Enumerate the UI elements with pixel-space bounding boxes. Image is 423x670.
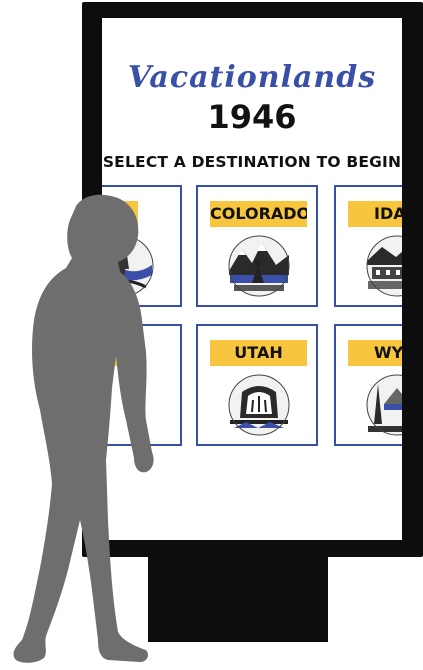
- destination-card-utah[interactable]: UTAH: [196, 324, 318, 446]
- wyoming-illustration-icon: [366, 374, 402, 436]
- idaho-illustration-icon: [366, 235, 402, 297]
- destination-card-idaho[interactable]: IDAI: [334, 185, 402, 307]
- destination-label: UTAH: [210, 340, 307, 366]
- destination-label: [102, 340, 138, 366]
- destination-label: RNIA: [102, 201, 138, 227]
- brand-title: Vacationlands: [127, 60, 377, 95]
- colorado-illustration-icon: [228, 235, 290, 297]
- destination-label: IDAI: [348, 201, 402, 227]
- utah-illustration-icon: [228, 374, 290, 436]
- year-label: 1946: [207, 98, 297, 136]
- california-illustration-icon: [102, 235, 154, 297]
- destination-card-colorado[interactable]: COLORADO: [196, 185, 318, 307]
- instruction-text: SELECT A DESTINATION TO BEGIN: [102, 153, 402, 171]
- kiosk-screen: Vacationlands 1946 SELECT A DESTINATION …: [102, 18, 402, 540]
- destination-card-california[interactable]: RNIA: [102, 185, 182, 307]
- destination-label: COLORADO: [210, 201, 307, 227]
- destination-label: WYO: [348, 340, 402, 366]
- kiosk-stand: [148, 552, 328, 642]
- destination-card-wyoming[interactable]: WYO: [334, 324, 402, 446]
- destination-card-hidden[interactable]: [102, 324, 182, 446]
